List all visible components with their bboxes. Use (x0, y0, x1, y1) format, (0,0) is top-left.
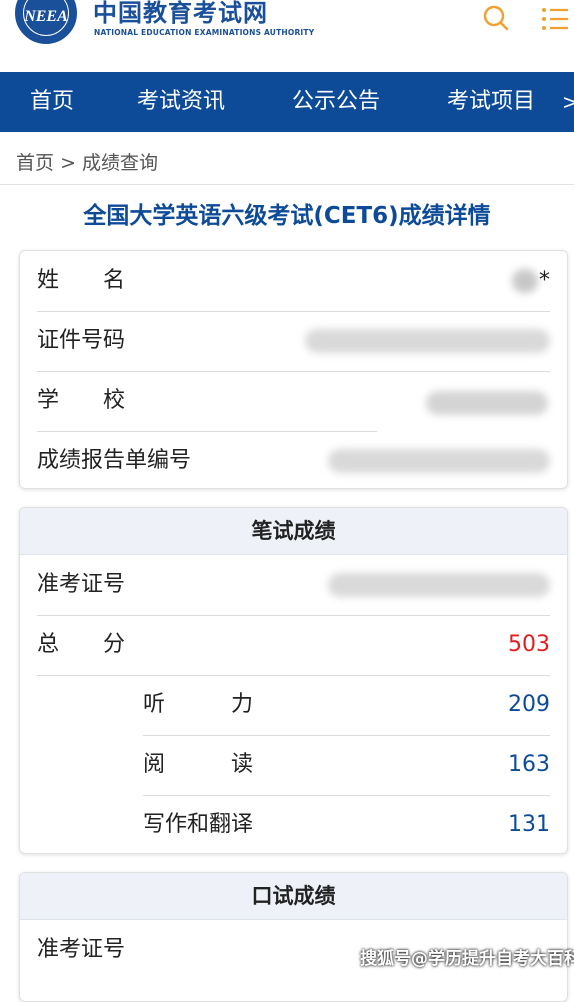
total-score-value: 503 (508, 632, 550, 657)
written-row-listening: 听 力 209 (143, 675, 550, 736)
name-blur (512, 269, 538, 293)
writing-translation-label: 写作和翻译 (143, 812, 254, 837)
site-logo-subtitle: NATIONAL EDUCATION EXAMINATIONS AUTHORIT… (94, 28, 315, 37)
personal-info-card: 姓 名 * 证件号码 学 校 成绩报告单编号 (19, 250, 568, 489)
info-row-name: 姓 名 * (37, 251, 550, 312)
site-header: NEEA 中国教育考试网 NATIONAL EDUCATION EXAMINAT… (0, 0, 574, 72)
breadcrumb-current: 成绩查询 (82, 152, 159, 174)
info-row-school: 学 校 (37, 371, 377, 432)
search-icon[interactable] (481, 4, 511, 34)
menu-icon[interactable] (541, 6, 569, 32)
total-score-label: 总 分 (37, 632, 126, 657)
school-label: 学 校 (37, 388, 126, 413)
report-number-blur (328, 449, 550, 473)
report-number-label: 成绩报告单编号 (37, 448, 192, 473)
name-value: * (539, 268, 550, 293)
written-row-ticket: 准考证号 (37, 555, 550, 616)
nav-more-arrow[interactable]: > (562, 72, 574, 132)
writing-translation-score: 131 (508, 812, 550, 837)
site-logo-title[interactable]: 中国教育考试网 (93, 0, 268, 26)
name-label: 姓 名 (37, 268, 126, 293)
breadcrumb: 首页 > 成绩查询 (16, 148, 158, 175)
id-number-blur (305, 329, 550, 353)
nav-item-news[interactable]: 考试资讯 (137, 72, 225, 132)
listening-score: 209 (508, 692, 550, 717)
logo-seal-text: NEEA (24, 8, 68, 25)
written-ticket-label: 准考证号 (37, 572, 126, 597)
reading-label: 阅 读 (143, 752, 254, 777)
reading-score: 163 (508, 752, 550, 777)
oral-exam-card: 口试成绩 准考证号 (19, 872, 568, 1002)
oral-ticket-label: 准考证号 (37, 937, 126, 962)
written-row-total: 总 分 503 (37, 615, 550, 676)
written-ticket-blur (328, 573, 550, 597)
school-blur (426, 391, 548, 415)
breadcrumb-separator: > (60, 152, 76, 174)
written-exam-card: 笔试成绩 准考证号 总 分 503 听 力 209 阅 读 163 写作和翻译 … (19, 507, 568, 854)
nav-item-home[interactable]: 首页 (30, 72, 74, 132)
page-title: 全国大学英语六级考试(CET6)成绩详情 (83, 203, 491, 229)
info-row-report: 成绩报告单编号 (37, 431, 550, 488)
watermark: 搜狐号@学历提升自考大百科 (360, 949, 574, 969)
nav-item-notices[interactable]: 公示公告 (292, 72, 380, 132)
info-row-id: 证件号码 (37, 311, 550, 372)
id-number-label: 证件号码 (37, 328, 126, 353)
main-nav: 首页 考试资讯 公示公告 考试项目 > (0, 72, 574, 132)
listening-label: 听 力 (143, 692, 254, 717)
oral-exam-title: 口试成绩 (20, 873, 567, 920)
written-exam-title: 笔试成绩 (20, 508, 567, 555)
nav-item-exams[interactable]: 考试项目 (447, 72, 535, 132)
neea-logo-seal[interactable]: NEEA (15, 0, 77, 44)
breadcrumb-home[interactable]: 首页 (16, 152, 54, 174)
divider (0, 184, 574, 185)
written-row-writing: 写作和翻译 131 (143, 795, 550, 853)
written-row-reading: 阅 读 163 (143, 735, 550, 796)
